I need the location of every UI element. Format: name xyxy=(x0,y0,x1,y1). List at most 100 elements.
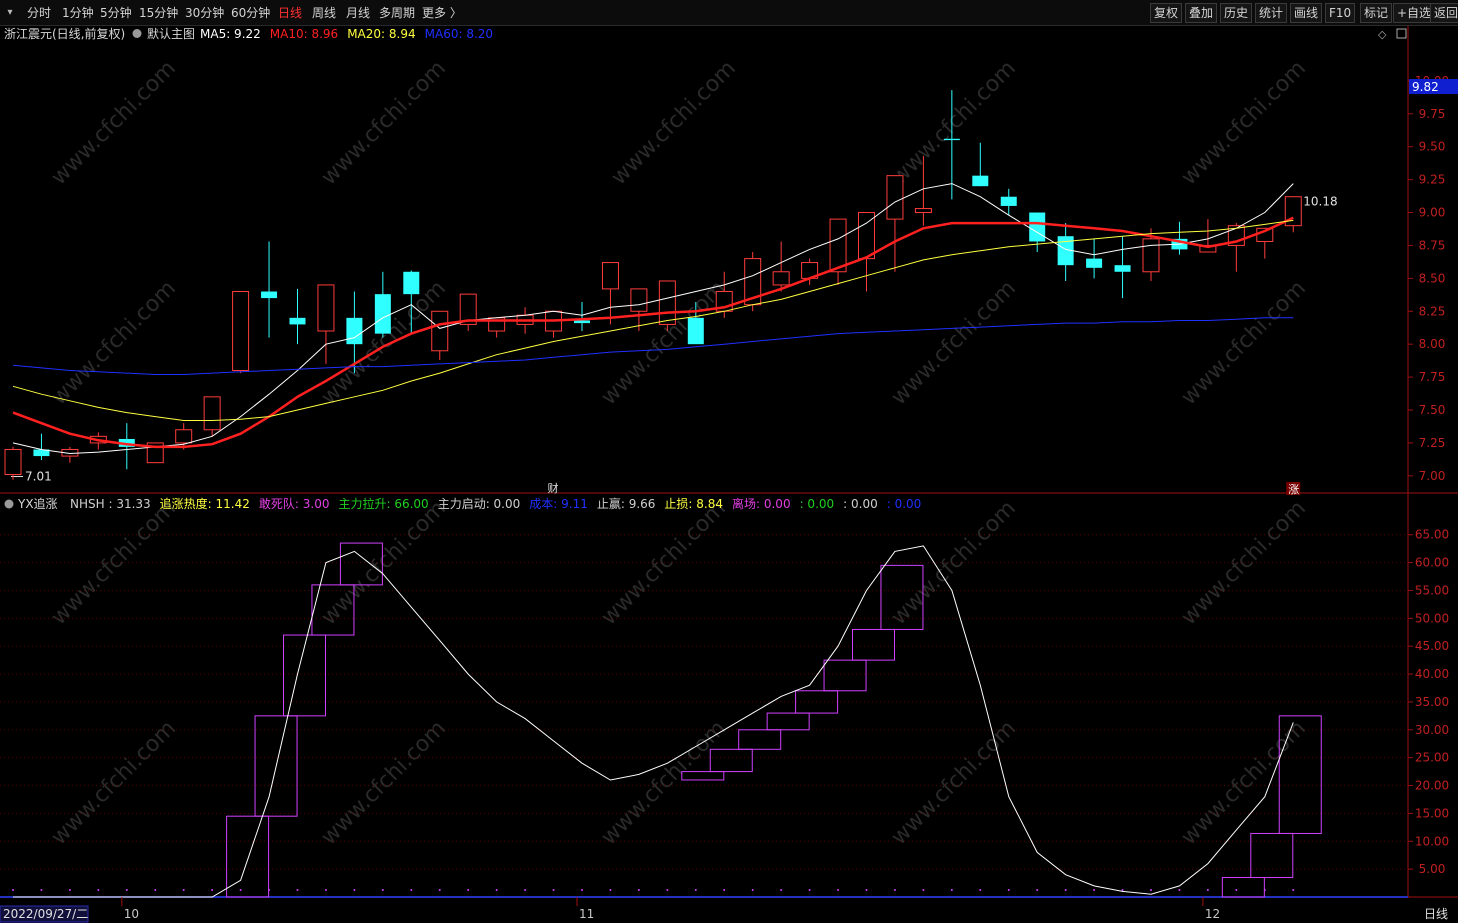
sub-dot xyxy=(1206,889,1209,891)
tab-60min[interactable]: 60分钟 xyxy=(231,4,270,22)
finance-marker[interactable]: 财 xyxy=(548,481,559,495)
sub-dot xyxy=(1292,889,1295,891)
legend-item: 敢死队: 3.00 xyxy=(259,496,330,511)
sub-dot xyxy=(125,889,128,891)
legend-item: MA20: 8.94 xyxy=(347,27,415,41)
diamond-icon[interactable]: ◇ xyxy=(1378,28,1387,41)
watermark-text: www.cfchi.com xyxy=(887,716,1021,850)
mark-button[interactable]: 标记 xyxy=(1360,3,1393,23)
sub-dot xyxy=(837,889,840,891)
candle-body xyxy=(317,284,335,332)
watermark-text: www.cfchi.com xyxy=(1177,496,1311,630)
tab-daily[interactable]: 日线 xyxy=(278,4,302,22)
sub-dot xyxy=(808,889,811,891)
sub-dot xyxy=(12,889,14,891)
tab-15min[interactable]: 15分钟 xyxy=(139,4,178,22)
candle-body xyxy=(886,175,904,220)
candle-body xyxy=(972,175,989,187)
tab-more[interactable]: 更多 〉 xyxy=(422,4,462,22)
settings-icon[interactable] xyxy=(132,29,142,38)
f10-button[interactable]: F10 xyxy=(1325,3,1356,23)
tab-weekly[interactable]: 周线 xyxy=(312,4,336,22)
candle-body xyxy=(232,291,250,372)
x-tick-label: 11 xyxy=(579,907,594,921)
legend-item: 止损: 8.84 xyxy=(664,497,723,511)
watermark-text: www.cfchi.com xyxy=(47,496,181,630)
sub-box xyxy=(1250,832,1294,878)
price-tick-label: 8.75 xyxy=(1419,238,1446,252)
sub-dot xyxy=(893,889,896,891)
price-tick-label: 8.00 xyxy=(1419,337,1446,351)
watermark-text: www.cfchi.com xyxy=(597,496,731,630)
candle-body xyxy=(431,310,449,352)
sub-dot xyxy=(922,889,925,891)
sub-dot xyxy=(182,889,185,891)
legend-item: 主力启动: 0.00 xyxy=(438,497,521,511)
fuquan-button[interactable]: 复权 xyxy=(1150,3,1183,23)
sub-dot xyxy=(609,889,612,891)
kline-chart[interactable]: www.cfchi.com www.cfchi.com www.cfchi.com w… xyxy=(0,26,1458,923)
draw-button[interactable]: 画线 xyxy=(1290,3,1323,23)
sub-dot xyxy=(324,889,327,891)
candle-body xyxy=(203,396,221,431)
sub-dot xyxy=(97,889,100,891)
limit-up-marker[interactable]: 涨 xyxy=(1288,483,1299,496)
tab-1min[interactable]: 1分钟 xyxy=(62,4,94,22)
sub-box xyxy=(852,628,895,661)
tab-multi-period[interactable]: 多周期 xyxy=(379,4,415,22)
legend-item: NHSH : 31.33 xyxy=(70,497,151,511)
sub-box xyxy=(766,712,810,731)
watermark-text: www.cfchi.com xyxy=(317,496,451,630)
sub-dot xyxy=(40,889,43,891)
price-tick-label: 9.50 xyxy=(1419,140,1446,154)
sub-tick-label: 30.00 xyxy=(1415,723,1449,737)
candle-body xyxy=(943,138,960,141)
sub-dot xyxy=(495,889,498,891)
current-price-text: 9.82 xyxy=(1412,80,1439,94)
sub-dot xyxy=(524,889,527,891)
watermark-layer: www.cfchi.com www.cfchi.com www.cfchi.com w… xyxy=(47,56,1311,850)
price-tick-label: 8.25 xyxy=(1419,304,1446,318)
candle-body xyxy=(1086,258,1103,268)
tab-fenshi[interactable]: 分时 xyxy=(27,4,51,22)
period-label[interactable]: 日线 xyxy=(1424,907,1448,921)
sub-dot xyxy=(438,889,441,891)
sub-box xyxy=(823,659,867,692)
template-label[interactable]: 默认主图 xyxy=(147,26,195,41)
watermark-text: www.cfchi.com xyxy=(47,716,181,850)
tab-5min[interactable]: 5分钟 xyxy=(100,4,132,22)
price-tick-label: 9.25 xyxy=(1419,173,1446,187)
max-price-label: 10.18 xyxy=(1303,194,1337,208)
stats-button[interactable]: 统计 xyxy=(1255,3,1288,23)
back-button[interactable]: 返回 xyxy=(1430,3,1458,23)
sub-settings-icon[interactable] xyxy=(4,499,14,509)
price-tick-label: 9.75 xyxy=(1419,107,1446,121)
tab-monthly[interactable]: 月线 xyxy=(346,4,370,22)
watermark-text: www.cfchi.com xyxy=(317,716,451,850)
tab-30min[interactable]: 30分钟 xyxy=(185,4,224,22)
sub-dot xyxy=(68,889,71,891)
price-tick-label: 7.00 xyxy=(1419,469,1446,483)
candle-body xyxy=(772,271,790,286)
watermark-text: www.cfchi.com xyxy=(607,56,741,190)
candle-body xyxy=(403,271,420,295)
candle-body xyxy=(601,262,619,290)
sub-dot xyxy=(666,889,669,891)
watermark-text: www.cfchi.com xyxy=(887,276,1021,410)
sub-box xyxy=(709,748,753,773)
sub-tick-label: 10.00 xyxy=(1415,834,1449,848)
sub-dot xyxy=(950,889,953,891)
nhsh-line xyxy=(13,545,1294,898)
history-button[interactable]: 历史 xyxy=(1220,3,1253,23)
panel-restore-icon[interactable] xyxy=(1396,28,1407,39)
candle-body xyxy=(829,218,847,273)
overlay-button[interactable]: 叠加 xyxy=(1185,3,1218,23)
sub-dot xyxy=(1007,889,1010,891)
add-watchlist-button[interactable]: +自选 xyxy=(1393,3,1436,23)
indicator-name[interactable]: YX追涨 xyxy=(17,496,58,511)
sub-dot xyxy=(723,889,726,891)
watermark-text: www.cfchi.com xyxy=(1177,716,1311,850)
sub-dot xyxy=(1064,889,1067,891)
sub-dot xyxy=(154,889,157,891)
menu-icon[interactable]: ▾ xyxy=(2,5,18,21)
